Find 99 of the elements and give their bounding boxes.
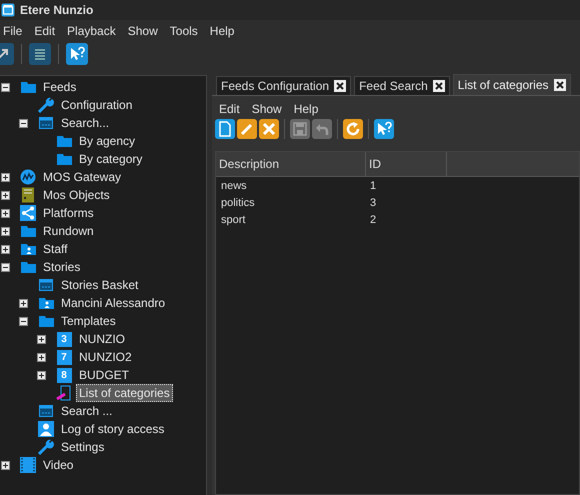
number-badge: 7 <box>56 350 72 364</box>
tree-item[interactable]: Rundown <box>40 222 97 240</box>
column-header[interactable]: ID <box>366 152 447 176</box>
tab[interactable]: Feeds Configuration <box>216 76 352 95</box>
save-icon <box>293 122 307 136</box>
pencil-icon <box>240 122 254 136</box>
folder-icon <box>20 225 36 237</box>
menu-item[interactable]: Edit <box>213 102 246 116</box>
menu-item[interactable]: Help <box>288 102 324 116</box>
help-button[interactable] <box>66 43 88 65</box>
app-icon <box>1 3 15 17</box>
tree-item[interactable]: Stories <box>40 258 84 276</box>
menu-item[interactable]: Playback <box>61 24 122 38</box>
menu-item[interactable]: Help <box>204 24 240 38</box>
help-icon <box>69 46 85 62</box>
tree-item[interactable]: Settings <box>58 438 108 456</box>
window-title: Etere Nunzio <box>20 3 94 17</box>
table-cell-text: news <box>220 180 248 192</box>
table-cell-text: sport <box>220 214 246 226</box>
folder-icon <box>20 261 36 273</box>
table-cell-text: politics <box>220 196 256 208</box>
document-icon <box>218 121 232 137</box>
list-icon <box>33 47 47 61</box>
refresh-icon <box>346 122 360 136</box>
expand-icon[interactable] <box>1 244 10 254</box>
tree-item[interactable]: By category <box>76 150 146 168</box>
tree-item[interactable]: Templates <box>58 312 119 330</box>
tree-item[interactable]: Stories Basket <box>58 276 142 294</box>
tree-item[interactable]: NUNZIO <box>76 330 128 348</box>
film-icon <box>20 457 36 473</box>
undo-icon <box>315 122 329 136</box>
number-badge: 8 <box>56 368 72 382</box>
folder-icon <box>56 135 72 147</box>
table-cell-text: 1 <box>369 180 378 192</box>
tree-item[interactable]: Feeds <box>40 78 80 96</box>
tree-item[interactable]: Log of story access <box>58 420 168 438</box>
column-header[interactable]: Description <box>216 152 366 176</box>
expand-icon[interactable] <box>1 172 10 182</box>
delete-button[interactable] <box>259 119 279 139</box>
tree-item[interactable]: Platforms <box>40 204 97 222</box>
person-icon <box>38 421 54 437</box>
tree-item[interactable]: NUNZIO2 <box>76 348 135 366</box>
tree-item[interactable]: Search ... <box>58 402 116 420</box>
close-icon[interactable] <box>432 80 445 92</box>
table-cell-text: 2 <box>369 214 378 226</box>
new-button[interactable] <box>215 119 235 139</box>
tree-item[interactable]: MOS Gateway <box>40 168 124 186</box>
mos-icon <box>20 169 36 185</box>
folder-icon <box>20 81 36 93</box>
wrench-icon <box>38 97 54 113</box>
menu-item[interactable]: Tools <box>164 24 204 38</box>
expand-icon[interactable] <box>1 190 10 200</box>
expand-icon[interactable] <box>37 334 46 344</box>
tree-item[interactable]: Configuration <box>58 96 136 114</box>
tree-item[interactable]: By agency <box>76 132 138 150</box>
collapse-icon[interactable] <box>19 316 28 326</box>
expand-icon[interactable] <box>37 370 46 380</box>
menu-item[interactable]: Show <box>122 24 164 38</box>
wrench-icon <box>38 439 54 455</box>
share-icon <box>20 205 36 221</box>
document-pen-icon <box>56 385 72 401</box>
collapse-icon[interactable] <box>1 262 10 272</box>
window-icon <box>39 405 53 417</box>
menu-item[interactable]: Edit <box>28 24 62 38</box>
tree-item[interactable]: BUDGET <box>76 366 132 384</box>
tree-item[interactable]: Staff <box>40 240 70 258</box>
expand-icon[interactable] <box>37 352 46 362</box>
tree-item[interactable]: Video <box>40 456 76 474</box>
number-badge: 3 <box>56 332 72 346</box>
expand-icon[interactable] <box>1 460 10 470</box>
close-icon[interactable] <box>554 79 566 91</box>
folder-icon <box>56 153 72 165</box>
tab[interactable]: List of categories <box>452 74 571 95</box>
expand-icon[interactable] <box>19 298 28 308</box>
collapse-icon[interactable] <box>19 118 28 128</box>
window-icon <box>39 117 53 129</box>
table-cell-text: 3 <box>369 196 378 208</box>
refresh-button[interactable] <box>343 119 363 139</box>
menu-item[interactable]: Show <box>246 102 288 116</box>
edit-button[interactable] <box>237 119 257 139</box>
tree-item[interactable]: List of categories <box>76 384 173 402</box>
user-folder-icon <box>38 297 54 309</box>
expand-icon[interactable] <box>1 208 10 218</box>
expand-icon[interactable] <box>1 226 10 236</box>
cross-icon <box>262 122 276 136</box>
server-icon <box>21 187 35 203</box>
help-icon <box>376 121 392 137</box>
arrow-icon <box>0 47 10 61</box>
collapse-icon[interactable] <box>1 82 10 92</box>
tree-item[interactable]: Mancini Alessandro <box>58 294 168 312</box>
folder-icon <box>38 315 54 327</box>
close-icon[interactable] <box>334 80 346 92</box>
help-button[interactable] <box>374 119 394 139</box>
tree-item[interactable]: Mos Objects <box>40 186 113 204</box>
menu-item[interactable]: File <box>0 24 28 38</box>
user-folder-icon <box>20 243 36 255</box>
window-icon <box>39 279 53 291</box>
tab[interactable]: Feed Search <box>354 76 450 95</box>
tree-item[interactable]: Search... <box>58 114 112 132</box>
